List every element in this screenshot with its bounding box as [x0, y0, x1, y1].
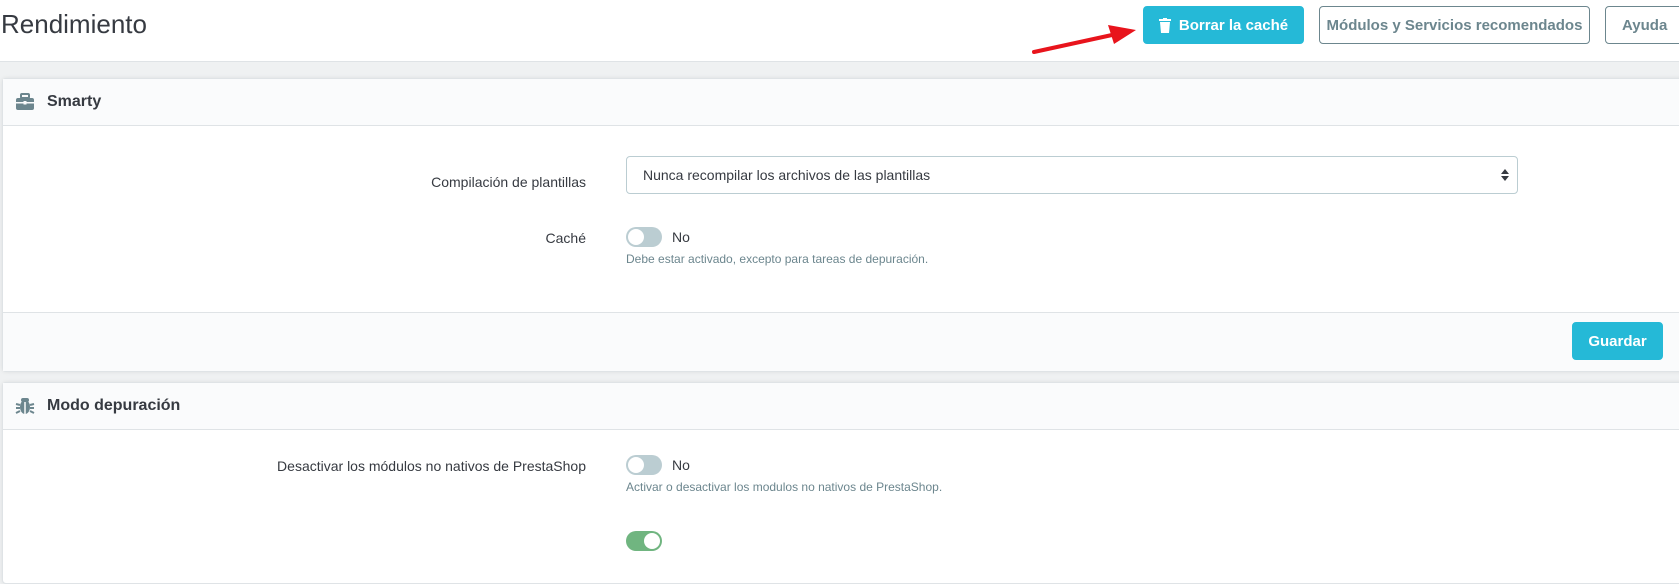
smarty-title: Smarty [47, 93, 102, 110]
smarty-footer: Guardar [3, 312, 1679, 371]
page-header: Rendimiento Borrar la caché Módulos y Se… [0, 0, 1679, 62]
non-native-modules-help-text: Activar o desactivar los modulos no nati… [626, 480, 943, 494]
briefcase-icon [16, 93, 34, 110]
smarty-heading: Smarty [3, 79, 1679, 126]
recommended-modules-button[interactable]: Módulos y Servicios recomendados [1319, 6, 1590, 44]
debug-title: Modo depuración [47, 397, 181, 414]
non-native-modules-label: Desactivar los módulos no nativos de Pre… [277, 458, 586, 474]
debug-heading: Modo depuración [3, 383, 1679, 430]
toggle-knob [644, 533, 660, 549]
template-compilation-label: Compilación de plantillas [431, 174, 586, 190]
non-native-modules-state: No [672, 457, 690, 473]
sort-caret-icon [1501, 169, 1509, 181]
template-compilation-value: Nunca recompilar los archivos de las pla… [643, 167, 931, 183]
trash-icon [1158, 17, 1171, 33]
non-native-modules-toggle[interactable] [626, 455, 662, 475]
cache-label: Caché [545, 230, 586, 246]
cache-help-text: Debe estar activado, excepto para tareas… [626, 252, 929, 266]
debug-panel: Modo depuración Desactivar los módulos n… [2, 382, 1679, 584]
toggle-knob [628, 457, 644, 473]
smarty-panel: Smarty Compilación de plantillas Nunca r… [2, 78, 1679, 372]
debug-option-toggle[interactable] [626, 531, 662, 551]
help-button[interactable]: Ayuda [1605, 6, 1679, 44]
cache-state: No [672, 229, 690, 245]
clear-cache-label: Borrar la caché [1178, 16, 1289, 34]
bug-icon [15, 398, 35, 414]
template-compilation-select[interactable]: Nunca recompilar los archivos de las pla… [626, 156, 1518, 194]
toggle-knob [628, 229, 644, 245]
red-arrow-annotation [1032, 25, 1136, 54]
cache-toggle[interactable] [626, 227, 662, 247]
page-title: Rendimiento [1, 9, 147, 39]
clear-cache-button[interactable]: Borrar la caché [1143, 6, 1304, 44]
save-button[interactable]: Guardar [1572, 322, 1663, 360]
